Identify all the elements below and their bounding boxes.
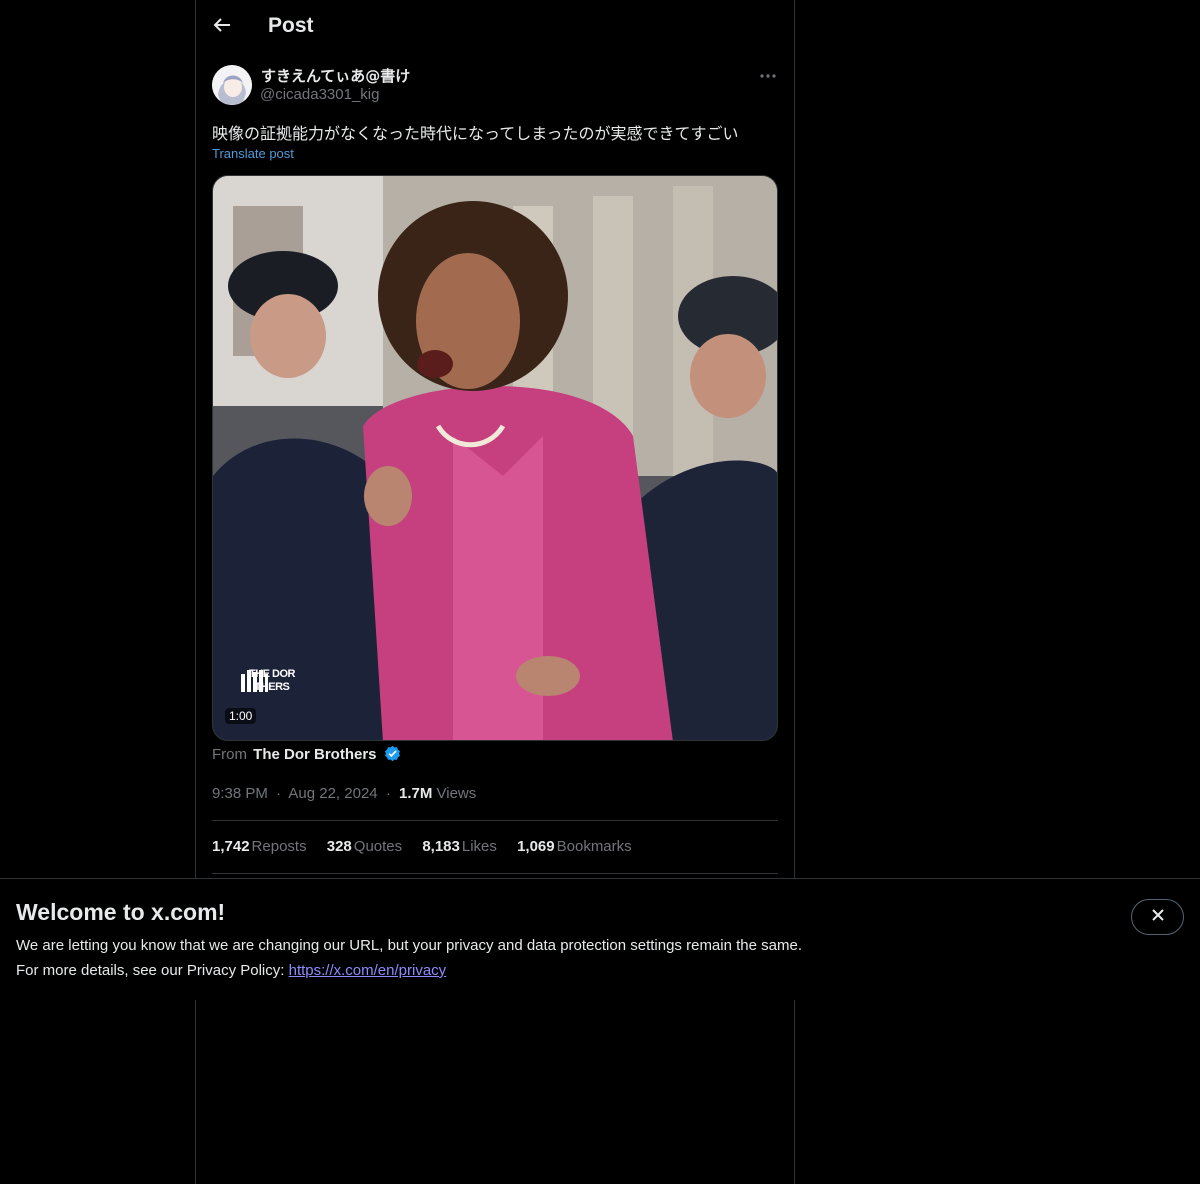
url-change-banner: Welcome to x.com! We are letting you kno… [0, 878, 1200, 1000]
likes-stat[interactable]: 8,183 Likes [422, 838, 497, 855]
bookmarks-label: Bookmarks [556, 838, 632, 855]
banner-title: Welcome to x.com! [16, 899, 226, 925]
privacy-policy-link[interactable]: https://x.com/en/privacy [289, 962, 447, 979]
close-icon [1151, 908, 1165, 927]
divider [212, 873, 778, 874]
author-display-name[interactable]: すきえんてぃあ@書け [261, 65, 410, 86]
likes-count: 8,183 [422, 838, 460, 855]
quotes-stat[interactable]: 328 Quotes [327, 838, 402, 855]
video-source: From The Dor Brothers [212, 745, 401, 766]
primary-column: Post すきえんてぃあ@書け @cicada3301_kig 映像の証拠能力が… [195, 0, 795, 1184]
banner-details-prefix: For more details, see our Privacy Policy… [16, 962, 285, 979]
close-banner-button[interactable] [1131, 899, 1184, 935]
author-row: すきえんてぃあ@書け @cicada3301_kig [212, 64, 778, 106]
reposts-count: 1,742 [212, 838, 250, 855]
reposts-stat[interactable]: 1,742 Reposts [212, 838, 307, 855]
bookmarks-stat[interactable]: 1,069 Bookmarks [517, 838, 632, 855]
verified-badge-icon [384, 745, 401, 766]
video-source-prefix: From [212, 746, 247, 763]
video-watermark: THE DOR THERS [239, 668, 305, 694]
quotes-label: Quotes [353, 838, 403, 855]
banner-details: For more details, see our Privacy Policy… [16, 962, 446, 979]
video-player[interactable]: THE DOR THERS 1:00 [212, 175, 778, 741]
page-title: Post [268, 14, 314, 37]
arrow-left-icon [212, 15, 232, 40]
views-count: 1.7M [398, 785, 433, 802]
quotes-count: 328 [326, 838, 352, 855]
views-label: Views [436, 785, 477, 802]
post-date[interactable]: Aug 22, 2024 [288, 785, 377, 802]
post-stats: 1,742 Reposts 328 Quotes 8,183 Likes 1,069 B… [212, 838, 648, 855]
meta-separator: · [385, 785, 391, 802]
bookmarks-count: 1,069 [517, 838, 555, 855]
video-duration: 1:00 [225, 708, 257, 724]
post-time[interactable]: 9:38 PM [212, 785, 268, 802]
post-text: 映像の証拠能力がなくなった時代になってしまったのが実感できてすごい [212, 124, 739, 143]
more-button[interactable] [756, 64, 780, 86]
post-header: Post [196, 0, 794, 54]
video-source-name[interactable]: The Dor Brothers [253, 746, 376, 763]
post-meta: 9:38 PM · Aug 22, 2024 · 1.7M Views [212, 785, 476, 802]
divider [212, 820, 778, 821]
reposts-label: Reposts [251, 838, 307, 855]
video-thumbnail [213, 176, 777, 740]
back-button[interactable] [204, 9, 240, 45]
translate-post-link[interactable]: Translate post [212, 146, 294, 161]
more-horizontal-icon [759, 66, 777, 84]
author-handle[interactable]: @cicada3301_kig [260, 86, 379, 103]
likes-label: Likes [461, 838, 497, 855]
meta-separator: · [276, 785, 282, 802]
avatar[interactable] [212, 65, 252, 105]
banner-message: We are letting you know that we are chan… [16, 937, 802, 954]
